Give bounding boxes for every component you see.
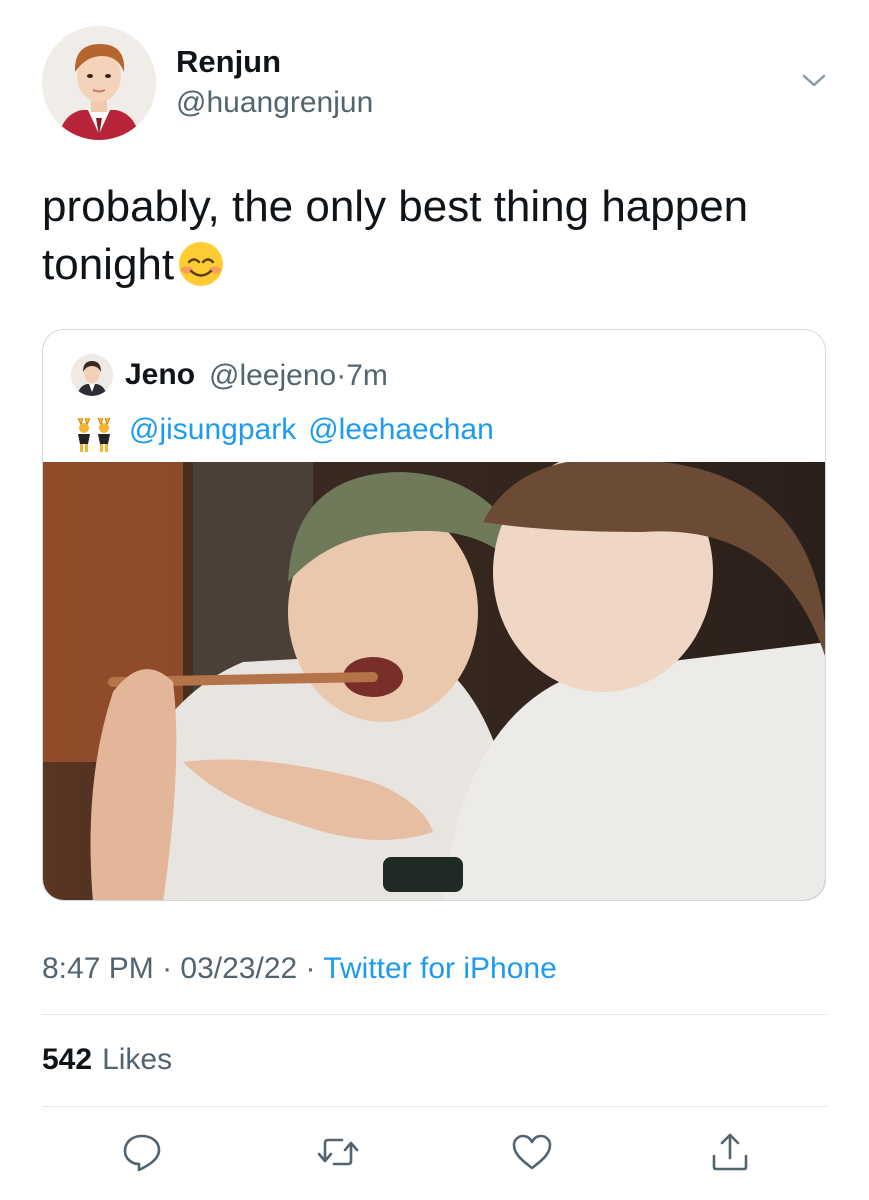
reply-icon[interactable] (120, 1130, 164, 1174)
mention-link[interactable]: @leehaechan (308, 413, 494, 446)
quoted-tweet-time: 7m (346, 359, 388, 392)
tweet-source-link[interactable]: Twitter for iPhone (323, 952, 556, 985)
tweet-date: 03/23/22 (180, 952, 298, 985)
author-name[interactable]: Renjun (176, 44, 281, 80)
tweet-text-content: probably, the only best thing happen ton… (42, 182, 749, 289)
quoted-author-meta: @leejeno·7m (209, 359, 388, 393)
like-icon[interactable] (510, 1130, 554, 1174)
likes-count: 542 (42, 1043, 93, 1076)
share-icon[interactable] (708, 1130, 752, 1174)
divider (42, 1014, 827, 1015)
quoted-author-name[interactable]: Jeno (125, 358, 195, 392)
quoted-tweet-card[interactable]: Jeno @leejeno·7m @jisungpark @leehaechan (42, 329, 826, 901)
mention-link[interactable]: @jisungpark (129, 413, 296, 446)
people-with-bunny-ears-emoji-icon (73, 416, 117, 454)
likes-stat[interactable]: 542 Likes (42, 1043, 172, 1077)
quoted-author-avatar[interactable] (71, 354, 113, 396)
meta-separator: · (153, 952, 181, 985)
quoted-photo[interactable] (43, 452, 825, 900)
quoted-mentions: @jisungpark @leehaechan (129, 413, 506, 447)
chevron-down-icon[interactable] (800, 66, 828, 94)
author-avatar[interactable] (42, 26, 156, 140)
tweet-time: 8:47 PM (42, 952, 154, 985)
quoted-meta-separator: · (336, 359, 347, 392)
meta-separator: · (297, 952, 324, 985)
tweet-timestamp: 8:47 PM · 03/23/22 · Twitter for iPhone (42, 952, 557, 986)
divider (42, 1106, 827, 1107)
author-handle[interactable]: @huangrenjun (176, 86, 373, 120)
quoted-author-handle[interactable]: @leejeno (209, 359, 336, 392)
smiling-face-emoji-icon (176, 239, 226, 289)
tweet-text: probably, the only best thing happen ton… (42, 178, 832, 294)
retweet-icon[interactable] (316, 1130, 360, 1174)
likes-label: Likes (102, 1043, 173, 1076)
